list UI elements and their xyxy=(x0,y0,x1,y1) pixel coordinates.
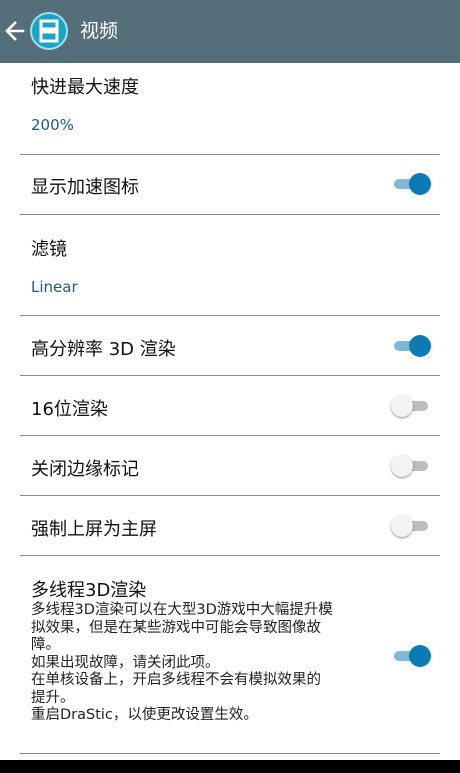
app-bar: 视频 xyxy=(0,0,460,63)
setting-show-speed-icon[interactable]: 显示加速图标 xyxy=(20,155,440,215)
toggle-switch[interactable] xyxy=(394,334,431,358)
setting-high-res-3d[interactable]: 高分辨率 3D 渲染 xyxy=(20,316,440,376)
setting-label: 显示加速图标 xyxy=(31,177,139,198)
setting-force-top-main-screen[interactable]: 强制上屏为主屏 xyxy=(20,496,440,556)
description-line: 提升。 xyxy=(31,689,75,706)
setting-description: 多线程3D渲染可以在大型3D游戏中大幅提升模 拟效果，但是在某些游戏中可能会导致… xyxy=(31,602,386,725)
toggle-thumb xyxy=(409,645,431,667)
setting-label: 快进最大速度 xyxy=(31,77,139,98)
drastic-app-icon xyxy=(30,12,68,50)
toggle-switch[interactable] xyxy=(394,644,431,668)
back-button[interactable] xyxy=(4,18,26,44)
setting-label: 强制上屏为主屏 xyxy=(31,519,157,540)
page-title: 视频 xyxy=(80,20,119,42)
setting-filter[interactable]: 滤镜 Linear xyxy=(20,215,440,316)
setting-fast-forward-speed[interactable]: 快进最大速度 200% xyxy=(20,63,440,155)
toggle-thumb xyxy=(391,515,413,537)
toggle-thumb xyxy=(391,455,413,477)
toggle-thumb xyxy=(409,173,431,195)
toggle-switch[interactable] xyxy=(394,172,431,196)
setting-value: 200% xyxy=(31,116,74,134)
app-logo-glyph xyxy=(39,19,59,43)
setting-label: 关闭边缘标记 xyxy=(31,459,139,480)
description-line: 如果出现故障，请关闭此项。 xyxy=(31,654,220,671)
description-line: 障。 xyxy=(31,637,60,653)
toggle-thumb xyxy=(391,395,413,417)
setting-16bit-render[interactable]: 16位渲染 xyxy=(20,376,440,436)
description-line: 拟效果，但是在某些游戏中可能会导致图像故 xyxy=(31,619,321,636)
setting-multithread-3d[interactable]: 多线程3D渲染 多线程3D渲染可以在大型3D游戏中大幅提升模 拟效果，但是在某些… xyxy=(20,556,440,754)
setting-label: 滤镜 xyxy=(31,239,67,260)
toggle-switch[interactable] xyxy=(391,514,428,538)
setting-disable-edge-marking[interactable]: 关闭边缘标记 xyxy=(20,436,440,496)
bottom-edge-bar xyxy=(0,760,460,773)
setting-label: 16位渲染 xyxy=(31,399,108,420)
description-line: 多线程3D渲染可以在大型3D游戏中大幅提升模 xyxy=(31,602,333,618)
toggle-switch[interactable] xyxy=(391,454,428,478)
setting-value: Linear xyxy=(31,278,78,296)
toggle-switch[interactable] xyxy=(391,394,428,418)
setting-label: 高分辨率 3D 渲染 xyxy=(31,339,176,360)
description-line: 在单核设备上，开启多线程不会有模拟效果的 xyxy=(31,672,321,688)
arrow-left-icon xyxy=(5,21,25,41)
description-line: 重启DraStic，以使更改设置生效。 xyxy=(31,707,258,723)
setting-label: 多线程3D渲染 xyxy=(31,580,147,601)
toggle-thumb xyxy=(409,335,431,357)
